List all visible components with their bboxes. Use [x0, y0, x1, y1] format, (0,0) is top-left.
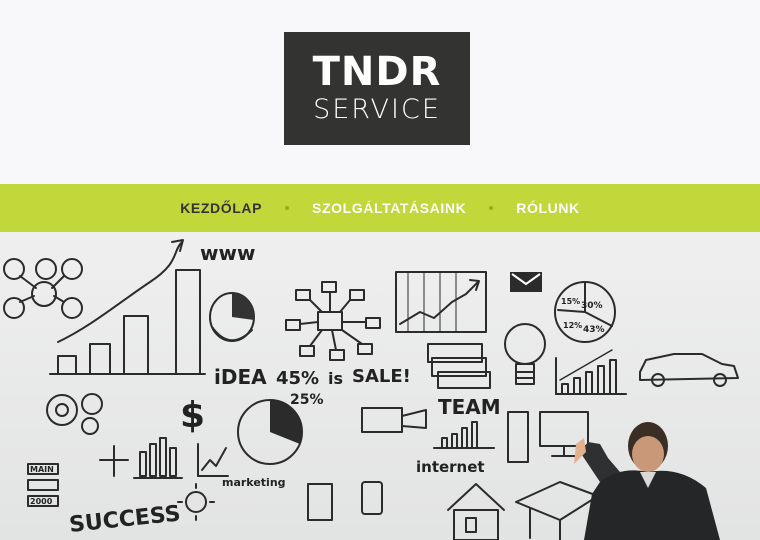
- idea-text: iDEA: [214, 365, 267, 389]
- percent-text: 45%: [276, 368, 319, 389]
- hero-image: www 30% 15% 12% 43% iDEA 45% is SALE! $ …: [0, 232, 760, 540]
- marketing-text: marketing: [222, 476, 286, 489]
- site-logo[interactable]: TNDR SERVICE: [284, 32, 470, 145]
- sale-text: SALE!: [352, 366, 411, 387]
- nav-item-rolunk[interactable]: RÓLUNK: [506, 200, 589, 216]
- main-text: MAIN: [30, 465, 54, 474]
- nav-item-szolgaltatasaink[interactable]: SZOLGÁLTATÁSAINK: [302, 200, 476, 216]
- amount-text: 2000: [30, 497, 53, 506]
- is-text: is: [328, 369, 343, 388]
- logo-line-1: TNDR: [312, 49, 442, 95]
- business-sketch-illustration: www 30% 15% 12% 43% iDEA 45% is SALE! $ …: [0, 232, 760, 540]
- internet-text: internet: [416, 458, 485, 476]
- nav-item-kezdolap[interactable]: KEZDŐLAP: [170, 200, 272, 216]
- svg-text:43%: 43%: [583, 325, 605, 335]
- percent-25-text: 25%: [290, 392, 324, 408]
- main-nav: KEZDŐLAP SZOLGÁLTATÁSAINK RÓLUNK: [0, 184, 760, 232]
- www-text: www: [200, 241, 255, 265]
- team-text: TEAM: [438, 395, 501, 419]
- svg-text:15%: 15%: [561, 297, 580, 306]
- svg-text:30%: 30%: [581, 301, 603, 311]
- nav-separator: [489, 206, 494, 210]
- dollar-icon: $: [180, 395, 205, 436]
- nav-separator: [285, 206, 290, 210]
- logo-line-2: SERVICE: [313, 94, 441, 125]
- site-header: TNDR SERVICE: [0, 0, 760, 184]
- envelope-icon: [510, 272, 542, 292]
- svg-text:12%: 12%: [563, 321, 582, 330]
